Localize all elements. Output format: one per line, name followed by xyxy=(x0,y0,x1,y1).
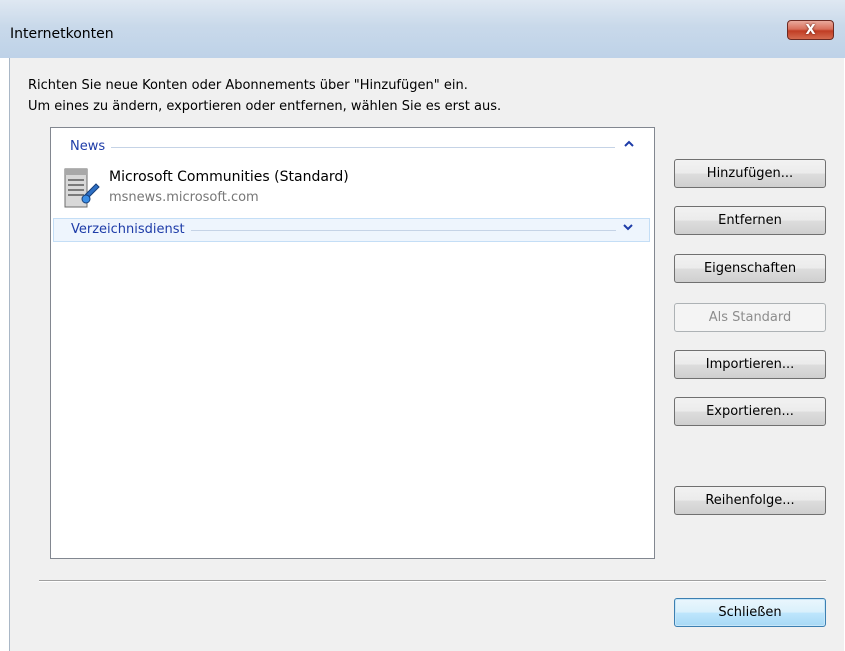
close-button[interactable]: Schließen xyxy=(674,598,826,627)
title-bar[interactable]: Internetkonten X xyxy=(0,0,845,58)
order-button[interactable]: Reihenfolge... xyxy=(674,486,826,515)
close-icon: X xyxy=(805,22,816,38)
remove-button[interactable]: Entfernen xyxy=(674,206,826,235)
window-title: Internetkonten xyxy=(10,26,114,42)
group-label-news: News xyxy=(70,139,112,154)
separator xyxy=(39,580,826,582)
chevron-down-icon[interactable] xyxy=(623,221,633,234)
group-header-news[interactable]: News xyxy=(53,135,650,159)
account-server: msnews.microsoft.com xyxy=(109,190,259,205)
group-label-directory-service: Verzeichnisdienst xyxy=(71,222,191,237)
instruction-line-1: Richten Sie neue Konten oder Abonnements… xyxy=(28,78,468,93)
account-list[interactable]: News Microsoft Communities (Standard) ms… xyxy=(50,127,655,559)
instruction-line-2: Um eines zu ändern, exportieren oder ent… xyxy=(28,99,502,114)
group-header-directory-service[interactable]: Verzeichnisdienst xyxy=(53,218,650,242)
account-name: Microsoft Communities (Standard) xyxy=(109,169,349,185)
export-button[interactable]: Exportieren... xyxy=(674,397,826,426)
import-button[interactable]: Importieren... xyxy=(674,350,826,379)
news-server-icon xyxy=(62,166,102,210)
add-button[interactable]: Hinzufügen... xyxy=(674,159,826,188)
set-default-button[interactable]: Als Standard xyxy=(674,303,826,332)
list-item-account[interactable]: Microsoft Communities (Standard) msnews.… xyxy=(59,166,459,210)
close-window-button[interactable]: X xyxy=(787,20,834,40)
group-divider xyxy=(70,147,615,148)
chevron-up-icon[interactable] xyxy=(624,138,634,151)
properties-button[interactable]: Eigenschaften xyxy=(674,254,826,283)
